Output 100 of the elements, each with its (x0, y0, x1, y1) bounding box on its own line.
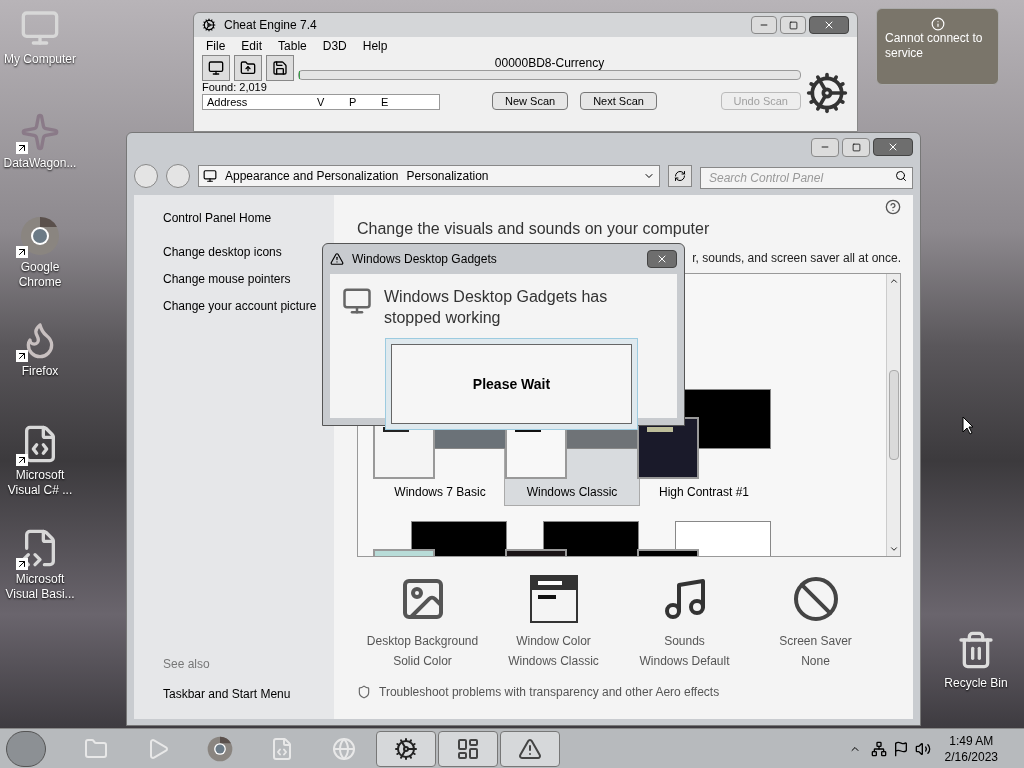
star-icon (20, 112, 60, 152)
close-button[interactable] (809, 16, 849, 34)
start-button[interactable] (6, 730, 46, 767)
desktop-icon[interactable]: Firefox (0, 320, 80, 412)
network-icon[interactable] (870, 740, 887, 757)
process-button[interactable] (202, 55, 230, 81)
theme-name: High Contrast #1 (658, 484, 749, 501)
back-button[interactable] (134, 164, 158, 188)
intro-text: r, sounds, and screen saver all at once. (692, 250, 901, 267)
scan-button[interactable]: Next Scan (580, 92, 657, 110)
troubleshoot-link[interactable]: Troubleshoot problems with transparency and other Aero effects (379, 683, 720, 701)
clock-time: 1:49 AM (949, 732, 994, 749)
menu-item[interactable]: D3D (322, 37, 347, 55)
breadcrumb-item[interactable]: Appearance and Personalization (225, 167, 399, 185)
sidebar-link[interactable]: Control Panel Home (163, 209, 330, 227)
search-field[interactable]: Search Control Panel (700, 167, 913, 189)
folder-icon (84, 736, 108, 761)
scroll-up-icon (888, 276, 899, 286)
minimize-button[interactable] (751, 16, 777, 34)
page-heading: Change the visuals and sounds on your computer (357, 219, 711, 239)
process-name: 00000BD8-Currency (494, 56, 605, 70)
taskbar-button[interactable] (438, 730, 498, 767)
see-also-heading: See also (163, 656, 211, 673)
setting-item[interactable]: Window Color Windows Classic (488, 575, 619, 671)
setting-title: Desktop Background (366, 633, 479, 650)
save-button[interactable] (266, 55, 294, 81)
desktop-icon[interactable]: Microsoft Visual C# ... (0, 424, 80, 516)
desktop-icon-label: Recycle Bin (944, 675, 1008, 692)
close-button[interactable] (873, 137, 913, 156)
volume-icon[interactable] (914, 740, 931, 757)
setting-item[interactable]: Desktop Background Solid Color (357, 575, 488, 671)
desktop-icon-label: Microsoft Visual Basi... (4, 572, 76, 602)
column-header[interactable]: P (345, 93, 377, 111)
breadcrumb-item[interactable]: Personalization (406, 167, 489, 185)
code-file-icon (270, 736, 294, 761)
maximize-icon (788, 20, 798, 30)
prohibited-icon (791, 575, 840, 623)
address-bar[interactable]: Appearance and Personalization Personalization (198, 165, 660, 187)
menu-item[interactable]: File (206, 37, 226, 55)
setting-item[interactable]: Sounds Windows Default (619, 575, 750, 671)
maximize-icon (851, 142, 861, 152)
desktop-icon-label: Microsoft Visual C# ... (6, 468, 74, 498)
setting-item[interactable]: Screen Saver None (750, 575, 881, 671)
maximize-button[interactable] (842, 137, 870, 157)
desktop-icon-label: DataWagon... (3, 156, 77, 171)
control-panel-icon (203, 169, 217, 183)
close-icon (823, 19, 835, 31)
window-title: Cheat Engine 7.4 (224, 17, 318, 34)
save-icon (272, 60, 288, 76)
control-panel-icon (456, 736, 480, 761)
flag-icon[interactable] (892, 740, 909, 757)
mouse-pointer-icon (962, 416, 974, 435)
theme-name: Windows 7 Basic (394, 484, 486, 501)
scroll-down-icon (888, 544, 899, 554)
clock[interactable]: 1:49 AM 2/16/2023 (932, 732, 1010, 765)
setting-value: Windows Default (639, 653, 730, 670)
desktop-icon[interactable]: Google Chrome (0, 216, 80, 308)
theme-name: Windows Classic (526, 484, 618, 501)
close-icon (656, 253, 668, 265)
close-button[interactable] (647, 250, 677, 268)
forward-button[interactable] (166, 164, 190, 188)
menu-item[interactable]: Edit (241, 37, 263, 55)
search-icon[interactable] (895, 170, 907, 182)
open-button[interactable] (234, 55, 262, 81)
computer-icon (208, 60, 224, 76)
computer-icon (20, 8, 60, 48)
maximize-button[interactable] (780, 16, 806, 34)
taskbar-button[interactable] (376, 730, 436, 767)
scan-button[interactable]: New Scan (492, 92, 569, 110)
desktop-icon-label: Firefox (21, 364, 59, 379)
info-icon (930, 17, 945, 31)
dialog-title: Windows Desktop Gadgets (352, 251, 498, 268)
scrollbar[interactable] (886, 274, 900, 556)
help-icon[interactable] (885, 199, 901, 215)
gadget-message: Cannot connect to service (884, 31, 984, 61)
sidebar-link[interactable]: Taskbar and Start Menu (163, 685, 330, 703)
desktop-icon[interactable]: Recycle Bin (938, 630, 1014, 692)
menu-item[interactable]: Table (278, 37, 307, 55)
scrollbar-thumb[interactable] (888, 370, 899, 460)
column-header[interactable]: Address (203, 93, 313, 111)
minimize-button[interactable] (811, 137, 839, 157)
found-count: Found: 2,019 (202, 81, 268, 94)
desktop-icon-label: My Computer (4, 52, 76, 67)
column-header[interactable]: E (377, 93, 409, 111)
folder-icon (240, 60, 256, 76)
desktop-icon-label: Google Chrome (17, 260, 63, 290)
taskbar-button[interactable] (500, 730, 560, 767)
setting-value: Windows Classic (508, 653, 599, 670)
window-color-icon (529, 575, 578, 623)
column-header[interactable]: V (313, 93, 345, 111)
refresh-button[interactable] (668, 165, 692, 187)
shield-icon (357, 685, 371, 699)
desktop-icon[interactable]: Microsoft Visual Basi... (0, 528, 80, 620)
warning-icon (518, 736, 542, 761)
refresh-icon (674, 170, 686, 182)
gear-logo-icon (805, 71, 849, 115)
setting-title: Screen Saver (779, 633, 852, 650)
gear-icon (394, 736, 418, 761)
chrome-logo-icon (207, 735, 233, 762)
menu-item[interactable]: Help (362, 37, 388, 55)
